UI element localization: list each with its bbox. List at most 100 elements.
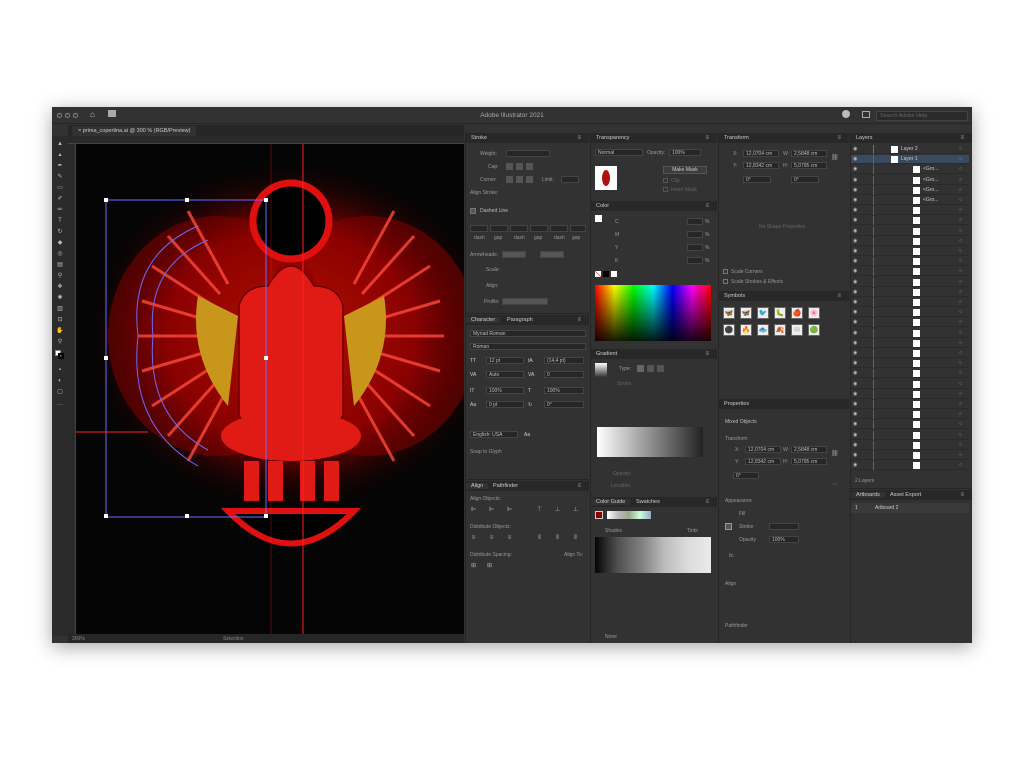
font-size-field[interactable]: 12 pt (486, 357, 524, 364)
miter-join-icon[interactable] (506, 176, 513, 183)
scale-corners-checkbox[interactable] (723, 269, 728, 274)
harmony-rule-strip[interactable] (607, 511, 651, 519)
more-tools-icon[interactable]: ··· (55, 401, 65, 410)
panel-menu-icon[interactable]: ≡ (700, 351, 714, 357)
weight-field[interactable] (506, 150, 550, 157)
symbol-swatch[interactable]: 🍎 (791, 307, 803, 319)
target-icon[interactable]: ○ (959, 258, 962, 264)
gap-field-2[interactable] (530, 225, 548, 232)
target-icon[interactable]: ○ (959, 381, 962, 387)
visibility-eye-icon[interactable]: ◉ (853, 330, 857, 336)
panel-menu-icon[interactable]: ≡ (832, 135, 846, 141)
sublayer-row[interactable]: ◉ ○ (851, 400, 969, 409)
round-join-icon[interactable] (516, 176, 523, 183)
tab-asset-export[interactable]: Asset Export (885, 492, 926, 498)
align-left-icon[interactable]: ⊫ (470, 507, 477, 514)
constrain-proportions-icon[interactable]: ⛓ (831, 155, 839, 162)
layer-row[interactable]: ◉ Layer 2 ○ (851, 145, 969, 154)
curvature-tool-icon[interactable]: ✎ (55, 173, 65, 182)
sublayer-row[interactable]: ◉ ○ (851, 257, 969, 267)
target-icon[interactable]: ○ (959, 289, 962, 295)
tab-pathfinder[interactable]: Pathfinder (488, 483, 523, 489)
symbol-swatch[interactable]: 🐛 (774, 307, 786, 319)
visibility-eye-icon[interactable]: ◉ (853, 207, 857, 213)
scarab-artwork[interactable] (68, 136, 464, 634)
properties-w-field[interactable]: 2,5848 cm (791, 446, 827, 453)
vertical-scale-field[interactable]: 100% (486, 387, 524, 394)
target-icon[interactable]: ○ (959, 462, 962, 468)
black-field[interactable] (687, 257, 703, 264)
visibility-eye-icon[interactable]: ◉ (853, 248, 857, 254)
fx-icon[interactable]: fx. (729, 553, 734, 559)
visibility-eye-icon[interactable]: ◉ (853, 411, 857, 417)
transform-w-field[interactable]: 2,5848 cm (791, 150, 827, 157)
visibility-eye-icon[interactable]: ◉ (853, 432, 857, 438)
sublayer-row[interactable]: ◉ ○ (851, 338, 969, 348)
properties-h-field[interactable]: 5,0795 cm (791, 458, 827, 465)
target-icon[interactable]: ○ (959, 411, 962, 417)
align-right-icon[interactable]: ⊫ (506, 507, 513, 514)
sublayer-row[interactable]: ◉ <Gro... ○ (851, 196, 969, 205)
visibility-eye-icon[interactable]: ◉ (853, 340, 857, 346)
type-tool-icon[interactable]: T (55, 217, 65, 226)
target-icon[interactable]: ○ (959, 340, 962, 346)
blend-mode-select[interactable]: Normal (595, 149, 643, 156)
sublayer-row[interactable]: ◉ ○ (851, 277, 969, 287)
sublayer-row[interactable]: ◉ ○ (851, 318, 969, 328)
properties-x-field[interactable]: 12,0704 cm (745, 446, 781, 453)
tracking-field[interactable]: 0 (544, 371, 584, 378)
visibility-eye-icon[interactable]: ◉ (853, 370, 857, 376)
sublayer-row[interactable]: ◉ ○ (851, 349, 969, 358)
stroke-swatch[interactable] (58, 353, 64, 359)
target-icon[interactable]: ○ (959, 360, 962, 366)
end-arrowhead-select[interactable] (540, 251, 564, 258)
gradient-slider[interactable] (597, 427, 703, 457)
gradient-tool-icon[interactable]: ▤ (55, 261, 65, 270)
sublayer-row[interactable]: ◉ ○ (851, 216, 969, 226)
visibility-eye-icon[interactable]: ◉ (853, 258, 857, 264)
draw-mode-icon[interactable]: ◐ (55, 377, 65, 386)
target-icon[interactable]: ○ (959, 299, 962, 305)
visibility-eye-icon[interactable]: ◉ (853, 156, 857, 162)
target-icon[interactable]: ○ (959, 166, 962, 172)
visibility-eye-icon[interactable]: ◉ (853, 238, 857, 244)
sublayer-row[interactable]: ◉ ○ (851, 236, 969, 246)
symbol-swatch[interactable]: 🐟 (757, 324, 769, 336)
target-icon[interactable]: ○ (959, 452, 962, 458)
target-icon[interactable]: ○ (959, 442, 962, 448)
bevel-join-icon[interactable] (526, 176, 533, 183)
visibility-eye-icon[interactable]: ◉ (853, 360, 857, 366)
panel-menu-icon[interactable]: ≡ (572, 483, 586, 489)
hand-tool-icon[interactable]: ✋ (55, 327, 65, 336)
target-icon[interactable]: ○ (959, 268, 962, 274)
distribute-vcenter-icon[interactable]: ≡ (488, 535, 495, 542)
visibility-eye-icon[interactable]: ◉ (853, 187, 857, 193)
sublayer-row[interactable]: ◉ ○ (851, 206, 969, 216)
sublayer-row[interactable]: ◉ <Gro... ○ (851, 185, 969, 195)
transform-shear-field[interactable]: 0° (791, 176, 819, 183)
symbol-swatch[interactable]: 🔥 (740, 324, 752, 336)
baseline-field[interactable]: 0 pt (486, 401, 524, 408)
sublayer-row[interactable]: ◉ ○ (851, 369, 969, 379)
visibility-eye-icon[interactable]: ◉ (853, 279, 857, 285)
sublayer-row[interactable]: ◉ ○ (851, 410, 969, 420)
eraser-tool-icon[interactable]: ◆ (55, 239, 65, 248)
dash-field-1[interactable] (470, 225, 488, 232)
dashed-line-checkbox[interactable] (470, 208, 476, 214)
make-mask-button[interactable]: Make Mask (663, 166, 707, 174)
sublayer-row[interactable]: ◉ ○ (851, 267, 969, 277)
visibility-eye-icon[interactable]: ◉ (853, 319, 857, 325)
symbol-swatch[interactable]: 🌸 (808, 307, 820, 319)
language-select[interactable]: English: USA (470, 431, 518, 438)
visibility-eye-icon[interactable]: ◉ (853, 268, 857, 274)
arrange-icon[interactable] (862, 111, 870, 118)
tab-align[interactable]: Align (466, 483, 489, 489)
antialias-icon[interactable]: Aa (524, 432, 530, 438)
none-swatch[interactable] (595, 271, 601, 277)
white-swatch[interactable] (611, 271, 617, 277)
panel-menu-icon[interactable]: ≡ (955, 492, 969, 498)
canvas[interactable] (68, 136, 464, 634)
visibility-eye-icon[interactable]: ◉ (853, 391, 857, 397)
direct-selection-tool-icon[interactable]: ▴ (55, 151, 65, 160)
rotate-tool-icon[interactable]: ↻ (55, 228, 65, 237)
